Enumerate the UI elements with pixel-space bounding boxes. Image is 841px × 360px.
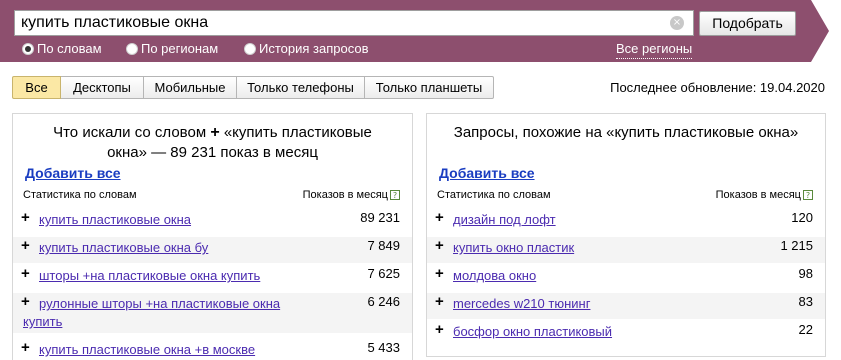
table-row: + купить пластиковые окна 89 231 [13, 209, 412, 235]
impressions-count: 22 [798, 322, 813, 337]
table-row: + дизайн под лофт 120 [427, 209, 825, 235]
keyword-link[interactable]: купить пластиковые окна бу [39, 239, 208, 257]
last-update-text: Последнее обновление: 19.04.2020 [610, 80, 825, 95]
mode-history[interactable]: История запросов [244, 40, 369, 58]
mode-by-words[interactable]: По словам [22, 40, 102, 58]
keyword-link[interactable]: mercedes w210 тюнинг [453, 295, 590, 313]
left-panel: Что искали со словом + «купить пластиков… [12, 113, 413, 360]
clear-search-icon[interactable]: × [670, 16, 684, 30]
keyword-link[interactable]: молдова окно [453, 267, 536, 285]
title-text: «купить пластиковые [223, 124, 372, 141]
tab-all[interactable]: Все [12, 76, 61, 99]
table-row: + рулонные шторы +на пластиковые окна ку… [13, 293, 412, 333]
column-header-words: Статистика по словам [437, 189, 551, 201]
help-icon[interactable]: ? [803, 190, 813, 200]
add-keyword-icon[interactable]: + [435, 321, 444, 339]
help-icon[interactable]: ? [390, 190, 400, 200]
add-keyword-icon[interactable]: + [435, 293, 444, 311]
add-keyword-icon[interactable]: + [21, 237, 30, 255]
keyword-link[interactable]: купить пластиковые окна +в москве [39, 341, 255, 359]
panel-title: Запросы, похожие на «купить пластиковые … [453, 124, 799, 141]
impressions-count: 98 [798, 266, 813, 281]
impressions-count: 5 433 [367, 340, 400, 355]
column-header-words: Статистика по словам [23, 189, 137, 201]
add-keyword-icon[interactable]: + [21, 265, 30, 283]
plus-icon: + [210, 124, 220, 141]
tab-phones-only[interactable]: Только телефоны [237, 76, 365, 99]
right-panel: Запросы, похожие на «купить пластиковые … [426, 113, 826, 357]
all-regions-link[interactable]: Все регионы [616, 40, 693, 59]
impressions-count: 1 215 [780, 238, 813, 253]
impressions-count: 89 231 [360, 210, 400, 225]
table-row: + босфор окно пластиковый 22 [427, 321, 825, 347]
impressions-count: 120 [791, 210, 813, 225]
add-keyword-icon[interactable]: + [21, 339, 30, 357]
mode-label: По словам [37, 41, 102, 56]
tab-mobile[interactable]: Мобильные [144, 76, 237, 99]
keyword-link[interactable]: шторы +на пластиковые окна купить [39, 267, 260, 285]
mode-label: История запросов [259, 41, 369, 56]
table-row: + купить окно пластик 1 215 [427, 237, 825, 263]
impressions-count: 7 625 [367, 266, 400, 281]
title-text: Что искали со словом [53, 124, 207, 141]
tab-tablets-only[interactable]: Только планшеты [365, 76, 494, 99]
column-header-label: Показов в месяц [302, 189, 388, 201]
table-row: + молдова окно 98 [427, 265, 825, 291]
mode-label: По регионам [141, 41, 219, 56]
mode-by-regions[interactable]: По регионам [126, 40, 218, 58]
impressions-count: 6 246 [367, 294, 400, 309]
table-row: + mercedes w210 тюнинг 83 [427, 293, 825, 319]
device-tabs: Все Десктопы Мобильные Только телефоны Т… [12, 76, 494, 99]
table-row: + купить пластиковые окна +в москве 5 43… [13, 339, 412, 360]
search-input[interactable]: купить пластиковые окна [14, 10, 694, 36]
add-keyword-icon[interactable]: + [435, 265, 444, 283]
radio-icon [244, 43, 256, 55]
impressions-count: 83 [798, 294, 813, 309]
keyword-link[interactable]: купить пластиковые окна [39, 211, 191, 229]
search-banner: купить пластиковые окна × Подобрать По с… [0, 0, 841, 62]
keyword-link[interactable]: купить окно пластик [453, 239, 574, 257]
add-all-link[interactable]: Добавить все [439, 165, 535, 181]
add-keyword-icon[interactable]: + [435, 209, 444, 227]
column-header-label: Показов в месяц [715, 189, 801, 201]
tab-desktops[interactable]: Десктопы [61, 76, 144, 99]
add-keyword-icon[interactable]: + [21, 209, 30, 227]
table-row: + купить пластиковые окна бу 7 849 [13, 237, 412, 263]
column-header-views: Показов в месяц? [716, 189, 813, 201]
table-row: + шторы +на пластиковые окна купить 7 62… [13, 265, 412, 291]
keyword-link[interactable]: дизайн под лофт [453, 211, 556, 229]
radio-selected-icon [22, 43, 34, 55]
keyword-link[interactable]: босфор окно пластиковый [453, 323, 612, 341]
panel-title-line1: Что искали со словом + «купить пластиков… [13, 123, 412, 143]
add-keyword-icon[interactable]: + [435, 237, 444, 255]
radio-icon [126, 43, 138, 55]
panel-title: Что искали со словом + «купить пластиков… [13, 123, 412, 163]
column-header-views: Показов в месяц? [303, 189, 400, 201]
pick-button[interactable]: Подобрать [699, 11, 796, 36]
impressions-count: 7 849 [367, 238, 400, 253]
panel-title-line2: окна» — 89 231 показ в месяц [107, 144, 318, 161]
keyword-link[interactable]: рулонные шторы +на пластиковые окна купи… [23, 295, 308, 331]
add-all-link[interactable]: Добавить все [25, 165, 121, 181]
